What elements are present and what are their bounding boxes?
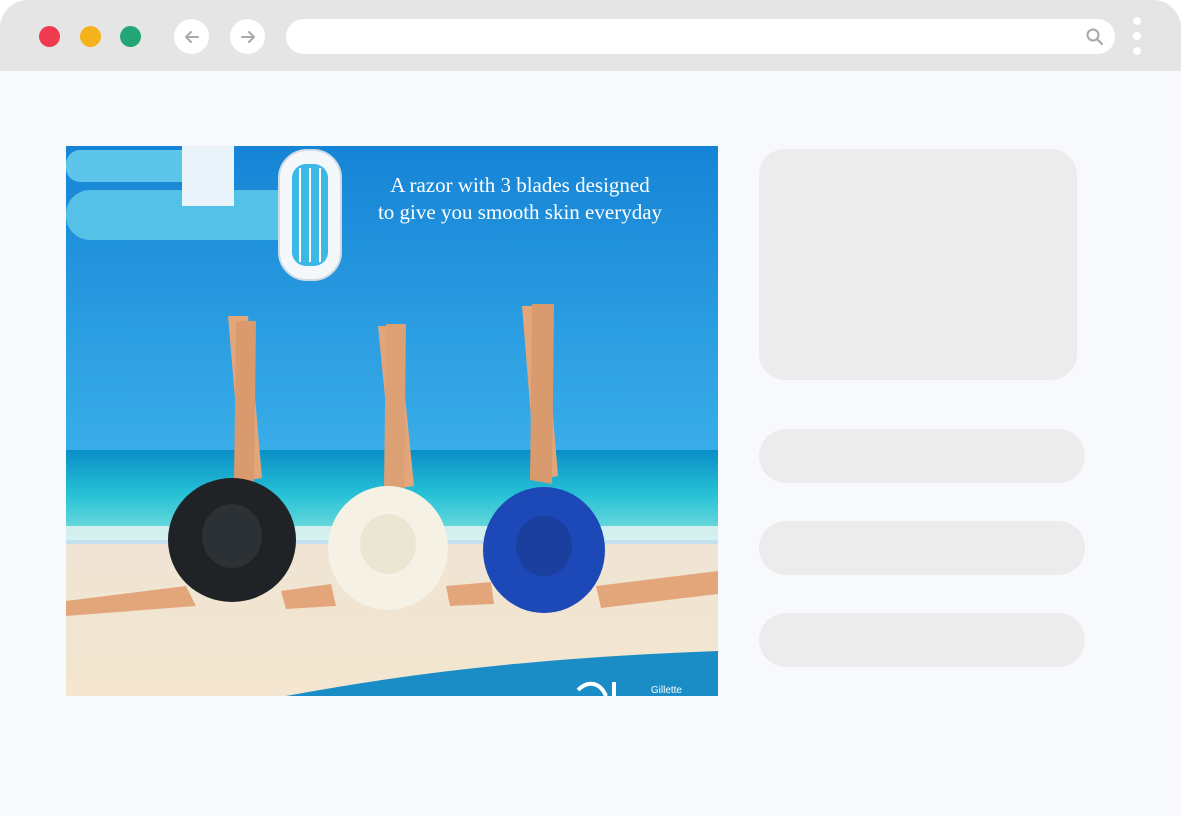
close-window-button[interactable] bbox=[39, 26, 60, 47]
placeholder-card bbox=[759, 149, 1077, 380]
address-bar[interactable] bbox=[286, 19, 1115, 56]
kebab-menu-icon[interactable] bbox=[1129, 17, 1145, 57]
ad-headline-line-1: A razor with 3 blades designed bbox=[390, 173, 650, 197]
placeholder-line bbox=[759, 521, 1085, 575]
maximize-window-button[interactable] bbox=[120, 26, 141, 47]
forward-button[interactable] bbox=[230, 19, 265, 54]
browser-titlebar bbox=[0, 0, 1181, 71]
arrow-left-icon bbox=[184, 30, 199, 43]
browser-window: A razor with 3 blades designed to give y… bbox=[0, 0, 1181, 816]
ad-headline: A razor with 3 blades designed to give y… bbox=[358, 172, 682, 226]
url-input[interactable] bbox=[304, 19, 1078, 56]
brand-logo: Gillette bbox=[650, 685, 682, 696]
back-button[interactable] bbox=[174, 19, 209, 54]
arrow-right-icon bbox=[240, 30, 255, 43]
minimize-window-button[interactable] bbox=[80, 26, 101, 47]
search-icon[interactable] bbox=[1085, 27, 1105, 47]
ad-banner-image[interactable]: A razor with 3 blades designed to give y… bbox=[66, 146, 718, 696]
ad-headline-line-2: to give you smooth skin everyday bbox=[377, 200, 663, 224]
beach-scene-illustration bbox=[66, 146, 718, 696]
placeholder-line bbox=[759, 613, 1085, 667]
placeholder-line bbox=[759, 429, 1085, 483]
